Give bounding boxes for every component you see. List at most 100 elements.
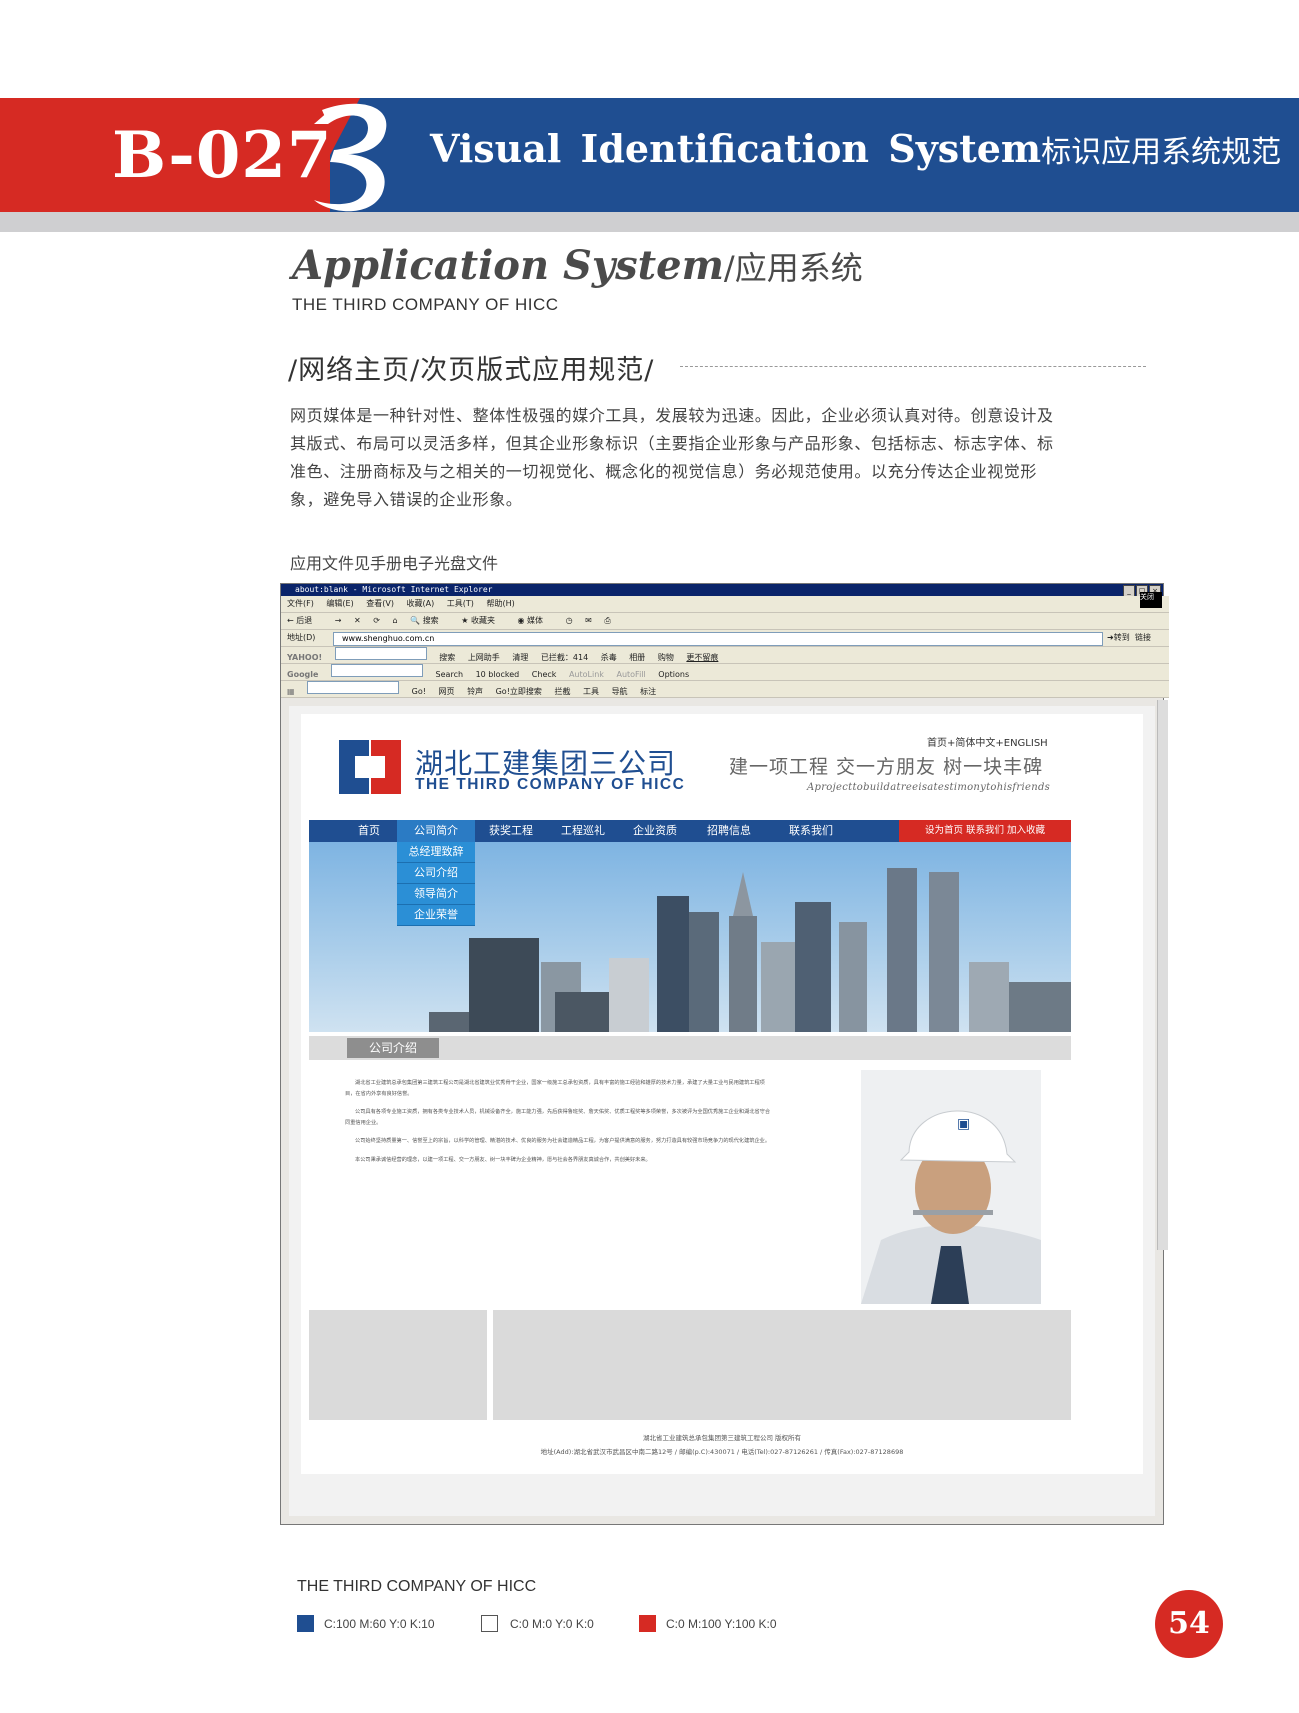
menu-edit[interactable]: 编辑(E) (326, 599, 353, 608)
favorites-button[interactable]: ★ 收藏夹 (461, 616, 505, 625)
browser-logo: 关闭 (1140, 592, 1162, 608)
forward-button[interactable]: → (335, 616, 342, 625)
article-paragraph: 本公司秉承诚信经营的理念，以建一项工程、交一方朋友、树一块丰碑为企业精神，愿与社… (355, 1156, 651, 1163)
search-nav[interactable]: 导航 (612, 687, 628, 696)
company-logo-icon (339, 740, 401, 794)
search-ringtone[interactable]: 铃声 (467, 687, 483, 696)
submenu-item[interactable]: 领导简介 (397, 884, 475, 905)
go-label: 转到 (1113, 633, 1130, 642)
search-toolbar-input[interactable] (307, 681, 400, 694)
search-label: 搜索 (422, 616, 439, 625)
address-input[interactable]: www.shenghuo.com.cn (333, 632, 1103, 646)
search-go[interactable]: Go! (412, 687, 426, 696)
yahoo-clean[interactable]: 清理 (512, 653, 528, 662)
google-check[interactable]: Check (532, 670, 557, 679)
yahoo-blocked[interactable]: 已拦截：414 (541, 653, 588, 662)
google-search-input[interactable] (331, 664, 423, 677)
yahoo-search-input[interactable] (334, 647, 427, 660)
search-toolbar: ▦ Go! 网页 铃声 Go!立即搜索 拦截 工具 导航 标注 (281, 681, 1169, 698)
company-article: 湖北省工业建筑总承包集团第三建筑工程公司是湖北省建筑业优秀骨干企业，国家一级施工… (345, 1078, 775, 1173)
menu-tools[interactable]: 工具(T) (447, 599, 474, 608)
page-subtitle: THE THIRD COMPANY OF HICC (292, 295, 559, 314)
section-title: /网络主页/次页版式应用规范/ (288, 355, 655, 386)
swatch-white-label: C:0 M:0 Y:0 K:0 (510, 1617, 594, 1631)
nav-qualification[interactable]: 企业资质 (623, 820, 687, 842)
media-button[interactable]: ◉ 媒体 (518, 616, 554, 625)
yahoo-helper[interactable]: 上网助手 (468, 653, 500, 662)
page-number: 54 (1155, 1590, 1223, 1658)
browser-menubar: 文件(F) 编辑(E) 查看(V) 收藏(A) 工具(T) 帮助(H) (281, 596, 1169, 613)
yahoo-no-trace[interactable]: 更不留痕 (686, 653, 718, 662)
site-top-links[interactable]: 首页+简体中文+ENGLISH (927, 734, 1048, 749)
section-note: 应用文件见手册电子光盘文件 (290, 554, 499, 573)
article-paragraph: 公司具有各项专业施工资质，拥有各类专业技术人员，机械设备齐全，施工能力强，先后获… (345, 1109, 771, 1126)
nav-projects[interactable]: 工程巡礼 (551, 820, 615, 842)
submenu-item[interactable]: 公司介绍 (397, 863, 475, 884)
menu-view[interactable]: 查看(V) (366, 599, 394, 608)
brush-three-icon (314, 103, 387, 212)
yahoo-shopping[interactable]: 购物 (658, 653, 674, 662)
nav-about[interactable]: 公司简介 (397, 820, 475, 842)
yahoo-album[interactable]: 相册 (629, 653, 645, 662)
content-section-tab[interactable]: 公司介绍 (347, 1038, 439, 1058)
home-icon[interactable]: ⌂ (393, 616, 398, 625)
back-label: 后退 (296, 616, 313, 625)
website-page: 湖北工建集团三公司 THE THIRD COMPANY OF HICC 首页+简… (301, 714, 1143, 1474)
go-button[interactable]: ➜转到 (1107, 632, 1130, 643)
submenu-item[interactable]: 企业荣誉 (397, 905, 475, 926)
address-label: 地址(D) (287, 633, 316, 642)
search-instant[interactable]: Go!立即搜索 (496, 687, 542, 696)
site-copyright: 湖北省工业建筑总承包集团第三建筑工程公司 版权所有 (642, 1434, 802, 1442)
google-popup-blocked[interactable]: 10 blocked (476, 670, 520, 679)
browser-viewport: 湖北工建集团三公司 THE THIRD COMPANY OF HICC 首页+简… (289, 706, 1155, 1516)
search-mark[interactable]: 标注 (640, 687, 656, 696)
history-icon[interactable]: ◷ (566, 616, 573, 625)
stop-icon[interactable]: ✕ (354, 616, 361, 625)
menu-help[interactable]: 帮助(H) (486, 599, 514, 608)
nav-home[interactable]: 首页 (339, 820, 399, 842)
google-search-button[interactable]: Search (436, 670, 463, 679)
browser-window: about:blank - Microsoft Internet Explore… (280, 583, 1169, 1525)
refresh-icon[interactable]: ⟳ (373, 616, 380, 625)
toolbar-logo-icon: ▦ (287, 687, 295, 696)
search-button[interactable]: 🔍 搜索 (410, 616, 449, 625)
mail-icon[interactable]: ✉ (585, 616, 592, 625)
yahoo-logo[interactable]: YAHOO! (287, 653, 322, 662)
nav-awards[interactable]: 获奖工程 (479, 820, 543, 842)
google-autolink[interactable]: AutoLink (569, 670, 604, 679)
google-options[interactable]: Options (658, 670, 689, 679)
google-toolbar: Google Search 10 blocked Check AutoLink … (281, 664, 1169, 681)
content-box-left (309, 1310, 487, 1420)
back-button[interactable]: ← 后退 (287, 616, 322, 625)
browser-toolbar: ← 后退 → ✕ ⟳ ⌂ 🔍 搜索 ★ 收藏夹 ◉ 媒体 ◷ ✉ ⎙ (281, 613, 1169, 630)
submenu-item[interactable]: 总经理致辞 (397, 842, 475, 863)
browser-scrollbar[interactable] (1157, 700, 1168, 1250)
swatch-white (481, 1615, 498, 1632)
nav-contact[interactable]: 联系我们 (779, 820, 843, 842)
article-paragraph: 湖北省工业建筑总承包集团第三建筑工程公司是湖北省建筑业优秀骨干企业，国家一级施工… (345, 1080, 765, 1097)
page-title-cn: /应用系统 (723, 249, 863, 287)
site-name-en: THE THIRD COMPANY OF HICC (415, 776, 686, 793)
browser-logo-label: 关闭 (1140, 593, 1154, 601)
favorites-label: 收藏夹 (470, 616, 495, 625)
google-logo[interactable]: Google (287, 670, 318, 679)
print-icon[interactable]: ⎙ (604, 616, 610, 625)
section-body: 网页媒体是一种针对性、整体性极强的媒介工具，发展较为迅速。因此，企业必须认真对待… (290, 406, 1054, 509)
content-box-right (493, 1310, 1071, 1420)
nav-shortcuts[interactable]: 设为首页 联系我们 加入收藏 (899, 820, 1071, 842)
menu-file[interactable]: 文件(F) (287, 599, 314, 608)
header-title-en: Visual Identification System (430, 126, 1042, 171)
svg-text:▣: ▣ (957, 1116, 970, 1132)
search-tools[interactable]: 工具 (583, 687, 599, 696)
section-divider (680, 366, 1146, 367)
yahoo-search-button[interactable]: 搜索 (439, 653, 455, 662)
links-button[interactable]: 链接 (1135, 632, 1151, 643)
yahoo-antivirus[interactable]: 杀毒 (601, 653, 617, 662)
browser-titlebar: about:blank - Microsoft Internet Explore… (281, 584, 1163, 597)
menu-favorites[interactable]: 收藏(A) (407, 599, 435, 608)
nav-jobs[interactable]: 招聘信息 (697, 820, 761, 842)
site-slogan-en: Aprojecttobuildatreeisatestimonytohisfri… (807, 782, 1051, 793)
google-autofill[interactable]: AutoFill (616, 670, 645, 679)
search-block[interactable]: 拦截 (554, 687, 570, 696)
search-web[interactable]: 网页 (439, 687, 455, 696)
